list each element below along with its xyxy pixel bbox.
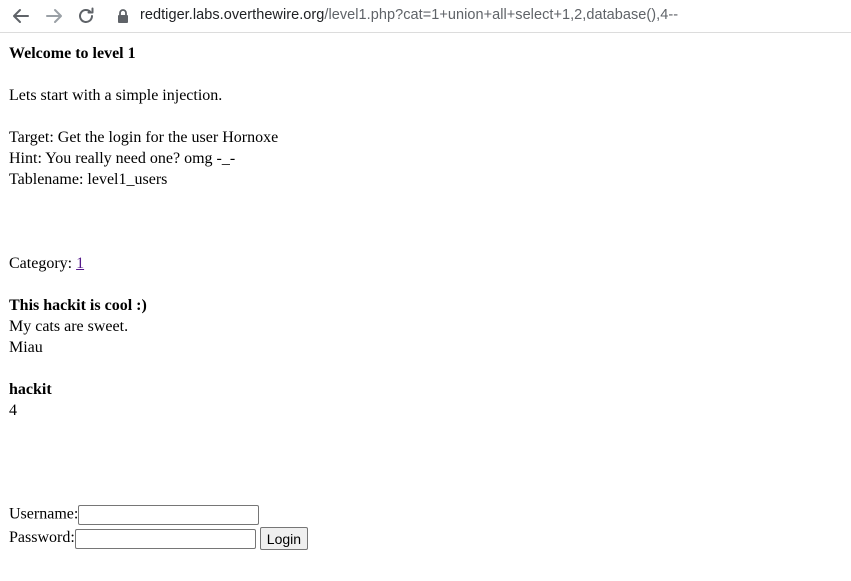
back-button[interactable] bbox=[9, 4, 33, 28]
url-path: /level1.php?cat=1+union+all+select+1,2,d… bbox=[324, 7, 679, 23]
password-label: Password: bbox=[9, 529, 75, 547]
address-bar[interactable]: redtiger.labs.overthewire.org/level1.php… bbox=[140, 7, 678, 23]
category-line: Category: 1 bbox=[9, 253, 278, 274]
username-input[interactable] bbox=[78, 505, 260, 525]
username-label: Username: bbox=[9, 505, 79, 523]
browser-toolbar: redtiger.labs.overthewire.org/level1.php… bbox=[0, 0, 851, 33]
login-button[interactable]: Login bbox=[259, 527, 309, 550]
forward-button[interactable] bbox=[42, 4, 66, 28]
category-label: Category: bbox=[9, 255, 77, 272]
intro-text: Lets start with a simple injection. bbox=[9, 87, 223, 104]
article-title: hackit bbox=[9, 381, 52, 398]
site-info-button[interactable] bbox=[116, 8, 130, 24]
article-text: 4 bbox=[9, 402, 17, 419]
password-input[interactable] bbox=[74, 528, 256, 549]
page-heading: Welcome to level 1 bbox=[9, 45, 136, 62]
password-row: Password: Login bbox=[9, 527, 309, 550]
article-text: My cats are sweet. bbox=[9, 318, 129, 335]
category-link[interactable]: 1 bbox=[76, 255, 84, 272]
reload-button[interactable] bbox=[74, 4, 98, 28]
arrow-right-icon bbox=[46, 9, 62, 23]
arrow-left-icon bbox=[13, 9, 29, 23]
url-host: redtiger.labs.overthewire.org bbox=[140, 7, 325, 23]
article-title: This hackit is cool :) bbox=[9, 297, 147, 314]
page-content: Welcome to level 1 Lets start with a sim… bbox=[9, 43, 278, 421]
username-row: Username: bbox=[9, 505, 260, 525]
reload-icon bbox=[79, 7, 94, 23]
hint-text: Hint: You really need one? omg -_- bbox=[9, 150, 236, 167]
target-text: Target: Get the login for the user Horno… bbox=[9, 129, 279, 146]
tablename-text: Tablename: level1_users bbox=[9, 171, 168, 188]
lock-icon bbox=[118, 9, 128, 23]
article-text: Miau bbox=[9, 339, 43, 356]
